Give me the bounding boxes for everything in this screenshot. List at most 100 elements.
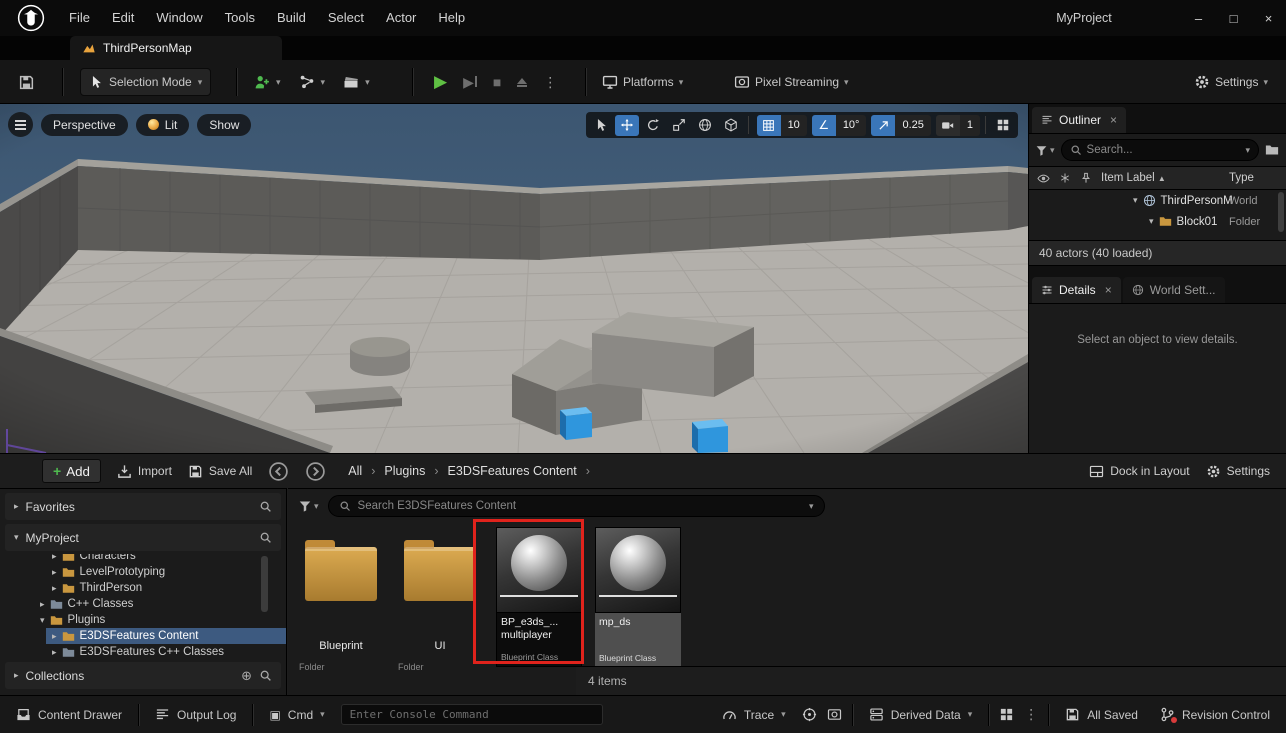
column-type[interactable]: Type [1229, 172, 1254, 184]
selection-mode-dropdown[interactable]: Selection Mode ▾ [80, 60, 211, 104]
tab-world-settings[interactable]: World Sett... [1123, 277, 1225, 303]
asset-tile-ui-folder[interactable]: UI Folder [395, 527, 485, 672]
asset-tile-mp-ds[interactable]: mp_ds Blueprint Class [593, 527, 683, 667]
save-all-button[interactable]: Save All [188, 464, 252, 479]
column-item-label[interactable]: Item Label ▲ [1101, 172, 1166, 184]
platforms-dropdown[interactable]: Platforms ▾ [602, 60, 683, 104]
output-log-button[interactable]: Output Log [149, 707, 242, 722]
favorites-section[interactable]: ▸ Favorites [5, 493, 281, 520]
menu-tools[interactable]: Tools [214, 0, 266, 36]
forward-button[interactable] [305, 461, 326, 482]
tree-item-e3dsfeatures-content[interactable]: ▸ E3DSFeatures Content [0, 628, 286, 644]
camera-speed-control[interactable]: 1 [936, 115, 980, 136]
outliner-search-input[interactable] [1087, 144, 1241, 156]
asset-tile-blueprint-folder[interactable]: Blueprint Folder [296, 527, 386, 672]
chevron-down-icon[interactable]: ▾ [1149, 216, 1154, 227]
insights-grid-icon[interactable] [999, 707, 1014, 722]
outliner-row-folder[interactable]: ▾ Block01 Folder [1029, 211, 1286, 232]
menu-build[interactable]: Build [266, 0, 317, 36]
outliner-row-world[interactable]: ▾ ThirdPersonM World [1029, 190, 1286, 211]
menu-edit[interactable]: Edit [101, 0, 145, 36]
scale-tool-button[interactable] [667, 115, 691, 136]
derived-data-button[interactable]: Derived Data ▾ [863, 707, 979, 722]
menu-help[interactable]: Help [427, 0, 476, 36]
blueprints-button[interactable]: ▾ [297, 68, 328, 96]
select-tool-button[interactable] [589, 115, 613, 136]
asset-search[interactable]: ▾ [328, 495, 825, 517]
breadcrumb-plugins[interactable]: Plugins [384, 464, 425, 478]
add-collection-icon[interactable]: ⊕ [241, 668, 252, 684]
statusbar-options-button[interactable]: ⋮ [1024, 706, 1038, 723]
asset-filter-button[interactable]: ▾ [298, 499, 319, 513]
minimize-button[interactable]: – [1181, 0, 1216, 36]
settings-dropdown[interactable]: Settings ▾ [1194, 60, 1268, 104]
menu-file[interactable]: File [58, 0, 101, 36]
perspective-dropdown[interactable]: Perspective [41, 114, 128, 136]
close-icon[interactable]: × [1105, 283, 1112, 297]
asset-tile-bp-e3ds-multiplayer[interactable]: BP_e3ds_... multiplayer Blueprint Class [494, 527, 584, 667]
search-icon[interactable] [259, 531, 272, 544]
trace-button[interactable]: Trace ▾ [716, 707, 792, 722]
rotate-tool-button[interactable] [641, 115, 665, 136]
outliner-scrollbar[interactable] [1278, 192, 1284, 232]
outliner-filter-button[interactable]: ▾ [1035, 144, 1055, 157]
tree-item-e3dsfeatures-cpp[interactable]: ▸ E3DSFeatures C++ Classes [0, 644, 286, 660]
surface-snapping-button[interactable] [719, 115, 743, 136]
frame-skip-button[interactable]: ▶ [463, 74, 477, 91]
unreal-logo-icon[interactable] [16, 3, 46, 33]
breadcrumb-e3ds-content[interactable]: E3DSFeatures Content [448, 464, 577, 478]
close-button[interactable]: × [1251, 0, 1286, 36]
tab-third-person-map[interactable]: ThirdPersonMap [70, 36, 282, 60]
grid-snap-value[interactable]: 10 [781, 115, 807, 136]
tree-item-plugins[interactable]: ▾ Plugins [0, 612, 286, 628]
cmd-dropdown[interactable]: ▣ Cmd ▾ [263, 708, 330, 722]
all-saved-button[interactable]: All Saved [1059, 707, 1144, 722]
maximize-button[interactable]: □ [1216, 0, 1251, 36]
target-icon[interactable] [802, 707, 817, 722]
import-button[interactable]: Import [117, 464, 172, 479]
menu-window[interactable]: Window [145, 0, 213, 36]
show-dropdown[interactable]: Show [197, 114, 251, 136]
menu-select[interactable]: Select [317, 0, 375, 36]
create-folder-button[interactable] [1265, 143, 1279, 157]
dock-in-layout-button[interactable]: Dock in Layout [1089, 464, 1189, 479]
play-options-button[interactable]: ⋮ [543, 74, 557, 91]
pixel-streaming-dropdown[interactable]: Pixel Streaming ▾ [734, 60, 849, 104]
world-local-toggle[interactable] [693, 115, 717, 136]
viewport-scene[interactable] [0, 104, 1028, 453]
grid-snap-control[interactable]: 10 [757, 115, 807, 136]
cinematics-button[interactable]: ▾ [341, 68, 372, 96]
menu-actor[interactable]: Actor [375, 0, 427, 36]
add-button[interactable]: + Add [42, 459, 101, 483]
viewport-menu-button[interactable] [8, 112, 33, 137]
tree-item-characters[interactable]: ▸ Characters [0, 554, 286, 564]
collections-section[interactable]: ▸ Collections ⊕ [5, 662, 281, 689]
asset-search-input[interactable] [358, 500, 802, 512]
tree-scrollbar[interactable] [261, 556, 268, 612]
stop-button[interactable]: ■ [493, 74, 501, 90]
breadcrumb-all[interactable]: All [348, 464, 362, 478]
eject-button[interactable] [517, 78, 527, 87]
save-button[interactable] [18, 60, 35, 104]
screenshot-icon[interactable] [827, 707, 842, 722]
play-button[interactable]: ▶ [434, 72, 447, 92]
viewport-layout-button[interactable] [991, 115, 1015, 136]
console-command-input[interactable] [341, 704, 603, 725]
eye-icon[interactable] [1037, 172, 1050, 185]
lit-dropdown[interactable]: Lit [136, 114, 190, 136]
chevron-down-icon[interactable]: ▾ [1133, 195, 1138, 206]
content-drawer-button[interactable]: Content Drawer [10, 707, 128, 722]
tab-details[interactable]: Details × [1032, 277, 1121, 303]
content-browser-settings-button[interactable]: Settings [1206, 464, 1270, 479]
level-viewport[interactable]: Perspective Lit Show 10 ∠ 10° 0.25 [0, 104, 1028, 453]
close-icon[interactable]: × [1110, 113, 1117, 127]
search-icon[interactable] [259, 500, 272, 513]
back-button[interactable] [268, 461, 289, 482]
add-actor-button[interactable]: ▾ [252, 68, 283, 96]
asterisk-column-icon[interactable] [1059, 172, 1071, 184]
tree-item-thirdperson[interactable]: ▸ ThirdPerson [0, 580, 286, 596]
myproject-section[interactable]: ▾ MyProject [5, 524, 281, 551]
tab-outliner[interactable]: Outliner × [1032, 107, 1126, 133]
move-tool-button[interactable] [615, 115, 639, 136]
scale-snap-control[interactable]: 0.25 [871, 115, 930, 136]
